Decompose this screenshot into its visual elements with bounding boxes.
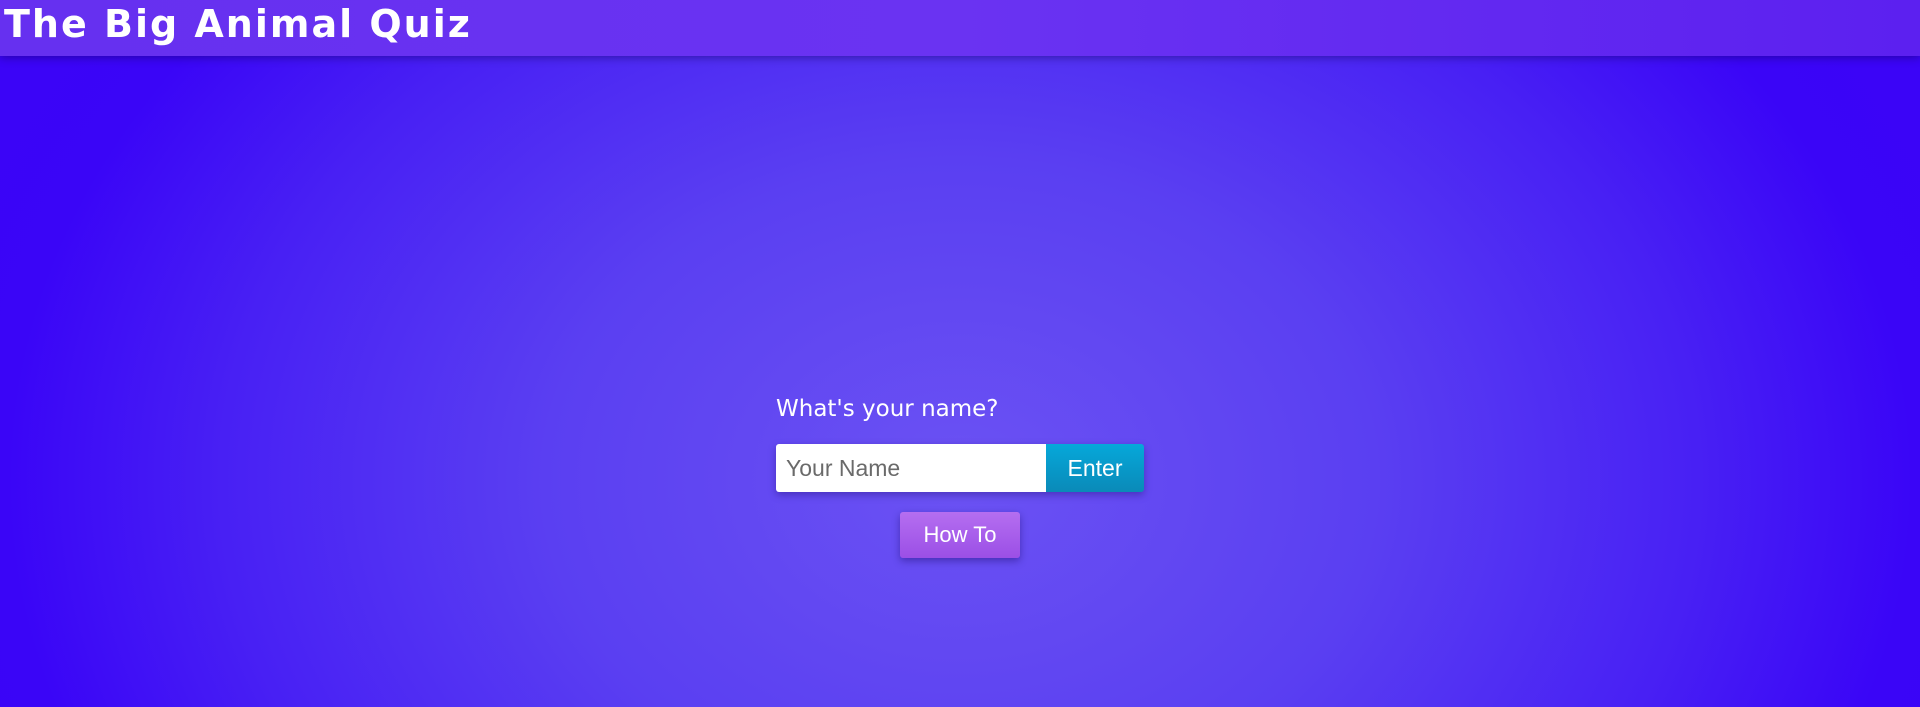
name-entry-row: Enter: [776, 444, 1144, 492]
name-form: What's your name? Enter How To: [776, 393, 1144, 558]
name-input[interactable]: [776, 444, 1046, 492]
how-to-button[interactable]: How To: [900, 512, 1020, 558]
top-bar: The Big Animal Quiz: [0, 0, 1920, 56]
enter-button[interactable]: Enter: [1046, 444, 1144, 492]
name-prompt-label: What's your name?: [776, 396, 999, 422]
site-title: The Big Animal Quiz: [4, 2, 472, 46]
